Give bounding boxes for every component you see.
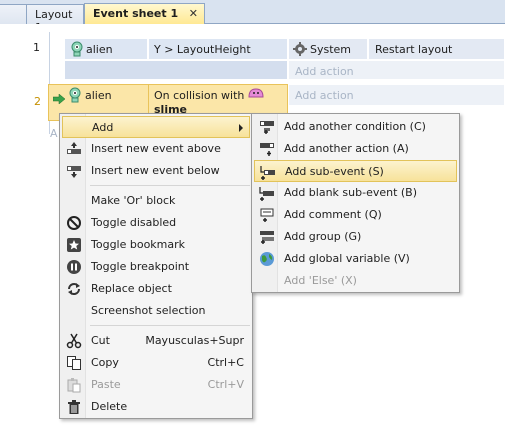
action-text: Restart layout [375, 43, 453, 56]
menu-item-make-or-block[interactable]: Make 'Or' block [62, 190, 250, 212]
menu-item-label: Toggle breakpoint [91, 260, 190, 273]
menu-item-label: Make 'Or' block [91, 194, 176, 207]
submenu-item-label: Add another condition (C) [284, 120, 426, 133]
event-1-action[interactable]: Restart layout [368, 38, 505, 60]
add-event-link[interactable]: A [50, 127, 58, 140]
add-action-icon [260, 143, 274, 156]
replace-icon [68, 283, 80, 295]
menu-item-toggle-breakpoint[interactable]: Toggle breakpoint [62, 256, 250, 278]
add-group-icon [260, 231, 274, 244]
submenu-item-add-sub-event[interactable]: Add sub-event (S) [254, 160, 457, 182]
breakpoint-icon [67, 260, 81, 274]
submenu-item-label: Add comment (Q) [284, 208, 382, 221]
paste-icon [67, 378, 81, 393]
menu-item-shortcut: Mayusculas+Supr [145, 334, 244, 347]
menu-item-label: Insert new event below [91, 164, 220, 177]
submenu-item-label: Add 'Else' (X) [284, 274, 357, 287]
event-1-object-cell[interactable]: alien [64, 38, 148, 60]
menu-item-label: Replace object [91, 282, 172, 295]
event-number: 2 [34, 95, 41, 108]
submenu-item-add-comment[interactable]: Add comment (Q) [254, 204, 457, 226]
submenu-arrow-icon [239, 124, 243, 132]
menu-item-toggle-bookmark[interactable]: Toggle bookmark [62, 234, 250, 256]
context-menu: Add Insert new event above Insert new ev… [59, 113, 253, 419]
menu-item-replace-object[interactable]: Replace object [62, 278, 250, 300]
submenu-item-add-action[interactable]: Add another action (A) [254, 138, 457, 160]
object-name: alien [85, 89, 112, 102]
menu-item-insert-below[interactable]: Insert new event below [62, 160, 250, 182]
alien-icon [69, 87, 81, 103]
action-object-name: System [310, 43, 352, 56]
add-comment-icon [260, 208, 274, 222]
submenu-item-label: Add group (G) [284, 230, 362, 243]
event-number: 1 [33, 41, 40, 54]
menu-item-label: Toggle disabled [91, 216, 177, 229]
add-subevent-icon [260, 166, 275, 180]
event-1-condition-filler [64, 60, 288, 80]
menu-item-delete[interactable]: Delete [62, 396, 250, 418]
slime-icon [248, 88, 264, 98]
event-1-condition[interactable]: Y > LayoutHeight [148, 38, 288, 60]
bookmark-icon [67, 238, 81, 252]
event-2-add-action[interactable]: Add action [288, 84, 505, 106]
menu-item-copy[interactable]: Copy Ctrl+C [62, 352, 250, 374]
globe-icon [260, 252, 274, 266]
submenu-item-label: Add another action (A) [284, 142, 409, 155]
insert-below-icon [67, 166, 81, 178]
add-submenu: Add another condition (C) Add another ac… [251, 113, 460, 293]
object-name: alien [86, 43, 113, 56]
copy-icon [67, 356, 81, 370]
menu-item-toggle-disabled[interactable]: Toggle disabled [62, 212, 250, 234]
alien-icon [71, 41, 83, 57]
menu-item-label: Toggle bookmark [91, 238, 186, 251]
menu-item-label: Paste [91, 378, 121, 391]
menu-item-label: Screenshot selection [91, 304, 206, 317]
menu-item-paste[interactable]: Paste Ctrl+V [62, 374, 250, 396]
menu-item-add[interactable]: Add [62, 116, 250, 138]
menu-item-shortcut: Ctrl+V [207, 378, 244, 391]
submenu-item-add-blank-sub-event[interactable]: Add blank sub-event (B) [254, 182, 457, 204]
condition-text: Y > LayoutHeight [154, 43, 251, 56]
event-1-action-object[interactable]: System [288, 38, 368, 60]
menu-item-cut[interactable]: Cut Mayusculas+Supr [62, 330, 250, 352]
tab-strip: Layout 1 Event sheet 1 ✕ [0, 0, 505, 34]
menu-item-label: Delete [91, 400, 128, 413]
insert-above-icon [67, 142, 81, 154]
menu-separator [90, 325, 250, 326]
menu-item-insert-above[interactable]: Insert new event above [62, 138, 250, 160]
submenu-item-add-else[interactable]: Add 'Else' (X) [254, 270, 457, 292]
trash-icon [68, 400, 80, 414]
scissors-icon [66, 333, 82, 349]
menu-item-label: Add [92, 121, 114, 134]
submenu-item-add-group[interactable]: Add group (G) [254, 226, 457, 248]
submenu-item-label: Add global variable (V) [284, 252, 410, 265]
menu-item-label: Cut [91, 334, 110, 347]
trigger-arrow-icon [53, 94, 65, 104]
close-icon[interactable]: ✕ [189, 7, 198, 20]
tab-label: Event sheet 1 [93, 7, 179, 20]
submenu-item-add-condition[interactable]: Add another condition (C) [254, 116, 457, 138]
tab-event-sheet-1[interactable]: Event sheet 1 ✕ [84, 3, 205, 25]
tab-layout-1[interactable]: Layout 1 [26, 4, 84, 34]
menu-item-screenshot-selection[interactable]: Screenshot selection [62, 300, 250, 322]
disabled-icon [67, 216, 81, 230]
add-condition-icon [260, 121, 274, 134]
menu-item-label: Insert new event above [91, 142, 221, 155]
submenu-item-add-global-variable[interactable]: Add global variable (V) [254, 248, 457, 270]
add-blank-subevent-icon [259, 187, 274, 201]
menu-item-shortcut: Ctrl+C [207, 356, 244, 369]
menu-item-label: Copy [91, 356, 119, 369]
add-action-link[interactable]: Add action [295, 65, 354, 78]
gear-icon [293, 42, 307, 56]
submenu-item-label: Add blank sub-event (B) [284, 186, 418, 199]
submenu-item-label: Add sub-event (S) [285, 165, 384, 178]
add-action-link[interactable]: Add action [295, 89, 354, 102]
menu-separator [90, 185, 250, 186]
event-1-add-action[interactable]: Add action [288, 60, 505, 80]
condition-text: On collision with [154, 89, 245, 102]
